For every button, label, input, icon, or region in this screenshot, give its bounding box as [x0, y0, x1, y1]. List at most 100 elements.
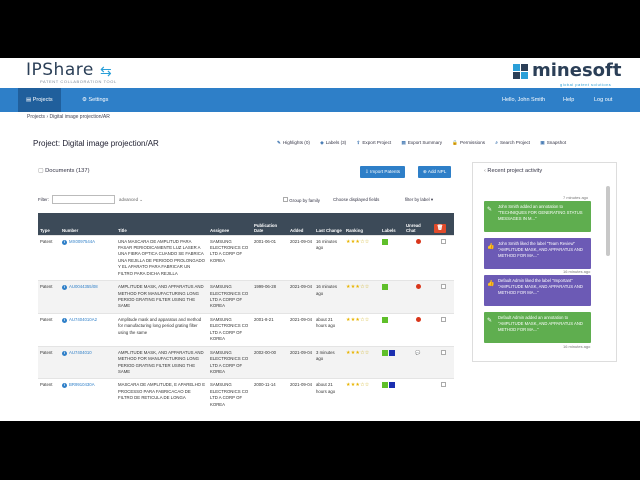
export-summary-label: Export Summary: [407, 140, 443, 145]
info-icon[interactable]: i: [62, 285, 67, 291]
info-icon[interactable]: i: [62, 350, 67, 356]
export-summary-button[interactable]: ▤ Export Summary: [401, 140, 442, 145]
import-patents-label: Import Patents: [370, 169, 401, 174]
advanced-filter-link[interactable]: advanced ⌄: [119, 197, 143, 203]
group-by-family-toggle[interactable]: Group by family: [283, 197, 320, 203]
row-checkbox[interactable]: [440, 284, 446, 290]
label-swatch[interactable]: [382, 349, 388, 356]
star-empty-icon[interactable]: ☆: [365, 317, 370, 323]
user-greeting[interactable]: Hello, John Smith: [502, 88, 545, 112]
cell-publication-date: 2001-06-01: [252, 234, 288, 281]
patent-number-link[interactable]: AU0044355/08: [69, 284, 98, 289]
cell-title: AMPLITUDE MASK, AND APPARATUS AND METHOD…: [116, 280, 208, 314]
row-checkbox[interactable]: [440, 349, 446, 355]
cell-added: 2021-09-04: [288, 280, 314, 314]
cell-number[interactable]: i MX0097544A: [60, 234, 116, 281]
breadcrumb[interactable]: Projects › Digital image projection/AR: [27, 114, 110, 120]
activity-text: Default Admin added an annotation to "AM…: [498, 315, 583, 333]
logout-link[interactable]: Log out: [594, 88, 612, 112]
table-row[interactable]: Patent i BR9910430A MASCARA DE AMPLITUDE, E…: [38, 378, 454, 412]
permissions-button[interactable]: 🔒 Permissions: [452, 140, 485, 145]
filter-by-label-select[interactable]: filter by label ▾: [405, 197, 433, 203]
col-assignee[interactable]: Assignee: [208, 213, 252, 235]
table-row[interactable]: Patent i AU0044355/08 AMPLITUDE MASK, AND A…: [38, 280, 454, 314]
star-rating[interactable]: ★★★☆☆: [346, 382, 378, 388]
patent-number-link[interactable]: AU7404010A2: [69, 317, 97, 322]
filter-input[interactable]: [52, 195, 115, 204]
unread-chat-icon[interactable]: [415, 316, 421, 322]
label-swatch[interactable]: [389, 349, 395, 356]
table-row[interactable]: Patent i MX0097544A UNA MASCARA DE AMPLITUD…: [38, 234, 454, 281]
label-swatch[interactable]: [382, 382, 388, 389]
cell-labels: [380, 345, 404, 379]
star-empty-icon[interactable]: ☆: [365, 284, 370, 290]
col-title[interactable]: Title: [116, 213, 208, 235]
activity-scrollbar[interactable]: [606, 186, 610, 256]
star-empty-icon[interactable]: ☆: [365, 382, 370, 388]
brand-bar: IPShare ⇆ PATENT COLLABORATION TOOL mine…: [0, 58, 640, 88]
cell-number[interactable]: i AU7404010: [60, 345, 116, 379]
info-icon[interactable]: i: [62, 239, 67, 245]
patent-number-link[interactable]: MX0097544A: [69, 239, 95, 244]
nav-projects[interactable]: ▤ Projects: [18, 88, 61, 112]
row-checkbox[interactable]: [440, 382, 446, 388]
import-patents-button[interactable]: ⇩ Import Patents: [360, 166, 406, 178]
col-labels[interactable]: Labels: [380, 213, 404, 235]
highlights-button[interactable]: ✎ Highlights (0): [277, 140, 310, 145]
star-empty-icon[interactable]: ☆: [365, 350, 370, 356]
cell-number[interactable]: i BR9910430A: [60, 378, 116, 412]
export-project-button[interactable]: ⇪ Export Project: [356, 140, 391, 145]
cell-number[interactable]: i AU7404010A2: [60, 312, 116, 347]
star-empty-icon[interactable]: ☆: [365, 239, 370, 245]
info-icon[interactable]: i: [62, 317, 67, 323]
info-icon[interactable]: i: [62, 383, 67, 389]
snapshot-button[interactable]: ▣ Snapshot: [540, 140, 566, 145]
patent-number-link[interactable]: BR9910430A: [69, 382, 95, 387]
activity-item[interactable]: 👍 John Smith liked the label "Team Review…: [484, 238, 591, 269]
activity-item[interactable]: 👍 Default Admin liked the label "Importan…: [484, 275, 591, 306]
labels-button[interactable]: ◆ Labels (3): [320, 140, 346, 145]
cell-type: Patent: [38, 234, 60, 281]
col-ranking[interactable]: Ranking: [344, 213, 380, 235]
unread-chat-icon[interactable]: [415, 284, 421, 290]
nav-settings[interactable]: ⚙ Settings: [74, 88, 116, 112]
search-project-button[interactable]: ⌕ Search Project: [495, 140, 530, 145]
label-swatch[interactable]: [382, 238, 388, 245]
star-rating[interactable]: ★★★☆☆: [346, 350, 378, 356]
group-by-family-checkbox[interactable]: [283, 197, 288, 202]
row-checkbox[interactable]: [440, 238, 446, 244]
col-last-change[interactable]: Last Change: [314, 213, 344, 235]
ipshare-logo[interactable]: IPShare: [26, 60, 94, 80]
search-project-label: Search Project: [499, 140, 531, 145]
trash-icon[interactable]: 🗑: [434, 223, 446, 233]
patent-number-link[interactable]: AU7404010: [69, 350, 92, 355]
col-number[interactable]: Number: [60, 213, 116, 235]
activity-time: 16 minutes ago: [563, 269, 591, 274]
comment-icon[interactable]: 💬: [415, 350, 420, 355]
activity-item[interactable]: ✎ Default Admin added an annotation to "A…: [484, 312, 591, 343]
label-swatch[interactable]: [382, 284, 388, 291]
table-row[interactable]: Patent i AU7404010A2 Amplitude mask and app…: [38, 312, 454, 347]
label-swatch[interactable]: [389, 382, 395, 389]
cell-publication-date: 1999-06-28: [252, 280, 288, 314]
col-type[interactable]: Type: [38, 213, 60, 235]
add-npl-button[interactable]: ⊕ Add NPL: [418, 166, 452, 178]
help-link[interactable]: Help: [563, 88, 574, 112]
choose-fields-select[interactable]: Choose displayed fields: [333, 197, 379, 202]
cell-ranking: ★★★☆☆: [344, 345, 380, 379]
col-added[interactable]: Added: [288, 213, 314, 235]
activity-text: John Smith liked the label "Team Review"…: [498, 241, 583, 259]
col-publication-date[interactable]: Publication Date: [252, 213, 288, 235]
label-swatch[interactable]: [382, 316, 388, 323]
cell-select: [432, 378, 454, 412]
activity-item[interactable]: ✎ John Smith added an annotation to "TECH…: [484, 201, 591, 232]
cell-last-change: 16 minutes ago: [314, 234, 344, 281]
star-rating[interactable]: ★★★☆☆: [346, 317, 378, 323]
star-rating[interactable]: ★★★☆☆: [346, 239, 378, 245]
cell-number[interactable]: i AU0044355/08: [60, 280, 116, 314]
star-rating[interactable]: ★★★☆☆: [346, 284, 378, 290]
unread-chat-icon[interactable]: [415, 238, 421, 244]
col-unread-chat[interactable]: Unread Chat: [404, 213, 432, 235]
table-row[interactable]: Patent i AU7404010 AMPLITUDE MASK, AND APPA…: [38, 345, 454, 379]
row-checkbox[interactable]: [440, 316, 446, 322]
